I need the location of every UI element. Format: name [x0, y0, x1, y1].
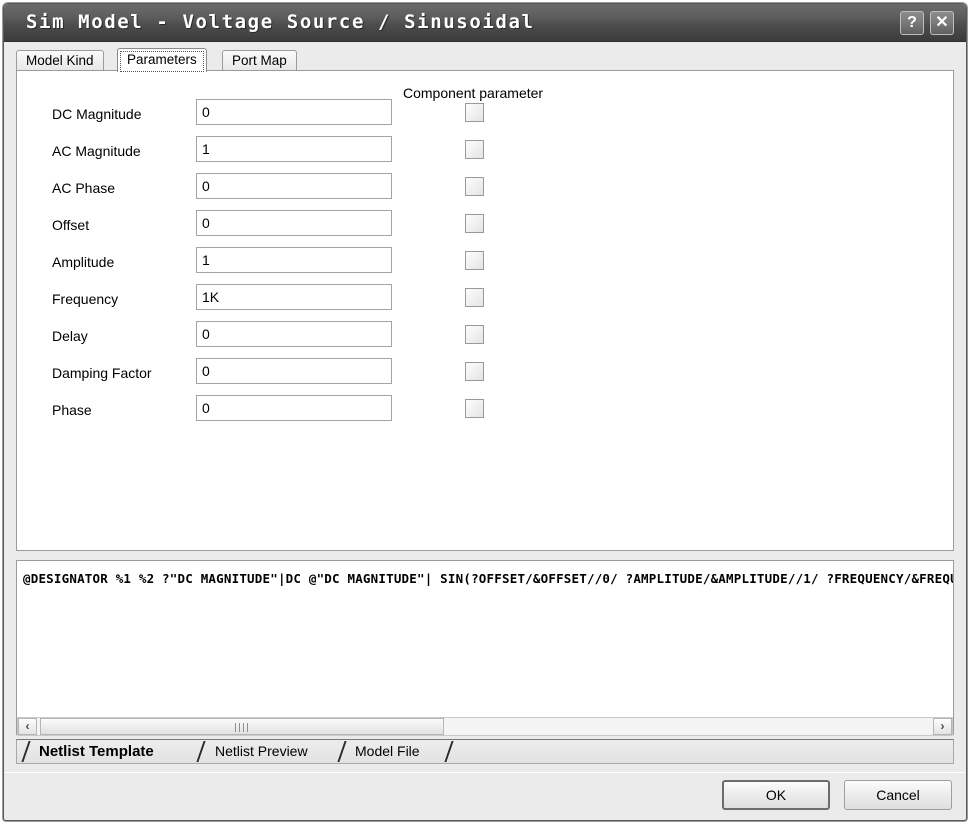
param-checkbox-ac-phase[interactable] [465, 177, 484, 196]
param-row-amplitude: Amplitude [17, 247, 953, 284]
tab-separator-icon [335, 740, 351, 763]
param-row-ac-phase: AC Phase [17, 173, 953, 210]
param-checkbox-delay[interactable] [465, 325, 484, 344]
param-label-dc-magnitude: DC Magnitude [52, 106, 142, 122]
param-checkbox-frequency[interactable] [465, 288, 484, 307]
scrollbar-thumb[interactable] [40, 718, 444, 735]
param-row-frequency: Frequency [17, 284, 953, 321]
param-row-delay: Delay [17, 321, 953, 358]
param-input-damping-factor[interactable] [196, 358, 392, 384]
window-title: Sim Model - Voltage Source / Sinusoidal [26, 11, 535, 33]
param-input-delay[interactable] [196, 321, 392, 347]
help-icon[interactable]: ? [900, 11, 924, 35]
bottom-tab-netlist-preview[interactable]: Netlist Preview [215, 740, 308, 763]
footer-divider [5, 772, 965, 773]
param-checkbox-ac-magnitude[interactable] [465, 140, 484, 159]
param-checkbox-offset[interactable] [465, 214, 484, 233]
tab-strip: Model Kind Parameters Port Map [16, 48, 954, 72]
param-label-amplitude: Amplitude [52, 254, 115, 270]
scroll-left-icon[interactable]: ‹ [18, 718, 37, 735]
param-input-phase[interactable] [196, 395, 392, 421]
param-label-delay: Delay [52, 328, 88, 344]
scroll-right-icon[interactable]: › [933, 718, 952, 735]
param-input-offset[interactable] [196, 210, 392, 236]
title-bar: Sim Model - Voltage Source / Sinusoidal … [4, 4, 966, 42]
param-label-offset: Offset [52, 217, 90, 233]
scrollbar-grip [235, 723, 249, 732]
param-row-dc-magnitude: DC Magnitude [17, 99, 953, 136]
bottom-tab-strip: Netlist Template Netlist Preview Model F… [16, 739, 954, 764]
bottom-tab-netlist-template[interactable]: Netlist Template [39, 740, 154, 763]
parameters-panel: Component parameter DC Magnitude AC Magn… [16, 70, 954, 551]
netlist-template-textarea[interactable]: @DESIGNATOR %1 %2 ?"DC MAGNITUDE"|DC @"D… [16, 560, 954, 735]
tab-port-map[interactable]: Port Map [222, 50, 297, 71]
param-input-ac-magnitude[interactable] [196, 136, 392, 162]
param-row-damping-factor: Damping Factor [17, 358, 953, 395]
param-input-ac-phase[interactable] [196, 173, 392, 199]
param-row-ac-magnitude: AC Magnitude [17, 136, 953, 173]
param-checkbox-damping-factor[interactable] [465, 362, 484, 381]
param-input-dc-magnitude[interactable] [196, 99, 392, 125]
param-row-offset: Offset [17, 210, 953, 247]
ok-button[interactable]: OK [722, 780, 830, 810]
tab-port-map-label: Port Map [232, 53, 287, 68]
param-row-phase: Phase [17, 395, 953, 432]
param-label-phase: Phase [52, 402, 92, 418]
tab-parameters[interactable]: Parameters [117, 48, 207, 72]
param-checkbox-amplitude[interactable] [465, 251, 484, 270]
param-checkbox-phase[interactable] [465, 399, 484, 418]
tab-model-kind[interactable]: Model Kind [16, 50, 104, 71]
param-input-amplitude[interactable] [196, 247, 392, 273]
param-checkbox-dc-magnitude[interactable] [465, 103, 484, 122]
param-label-ac-magnitude: AC Magnitude [52, 143, 141, 159]
tab-separator-icon [194, 740, 210, 763]
horizontal-scrollbar[interactable]: ‹ › [17, 717, 953, 736]
param-label-damping-factor: Damping Factor [52, 365, 152, 381]
sim-model-dialog: Sim Model - Voltage Source / Sinusoidal … [3, 3, 967, 821]
tab-separator-icon [19, 740, 35, 763]
param-input-frequency[interactable] [196, 284, 392, 310]
tab-model-kind-label: Model Kind [26, 53, 94, 68]
param-label-ac-phase: AC Phase [52, 180, 116, 196]
tab-parameters-label: Parameters [127, 52, 197, 67]
param-label-frequency: Frequency [52, 291, 119, 307]
bottom-tab-model-file[interactable]: Model File [355, 740, 420, 763]
cancel-button[interactable]: Cancel [844, 780, 952, 810]
tab-separator-icon [442, 740, 458, 763]
netlist-template-text: @DESIGNATOR %1 %2 ?"DC MAGNITUDE"|DC @"D… [23, 571, 954, 586]
close-icon[interactable]: ✕ [930, 11, 954, 35]
